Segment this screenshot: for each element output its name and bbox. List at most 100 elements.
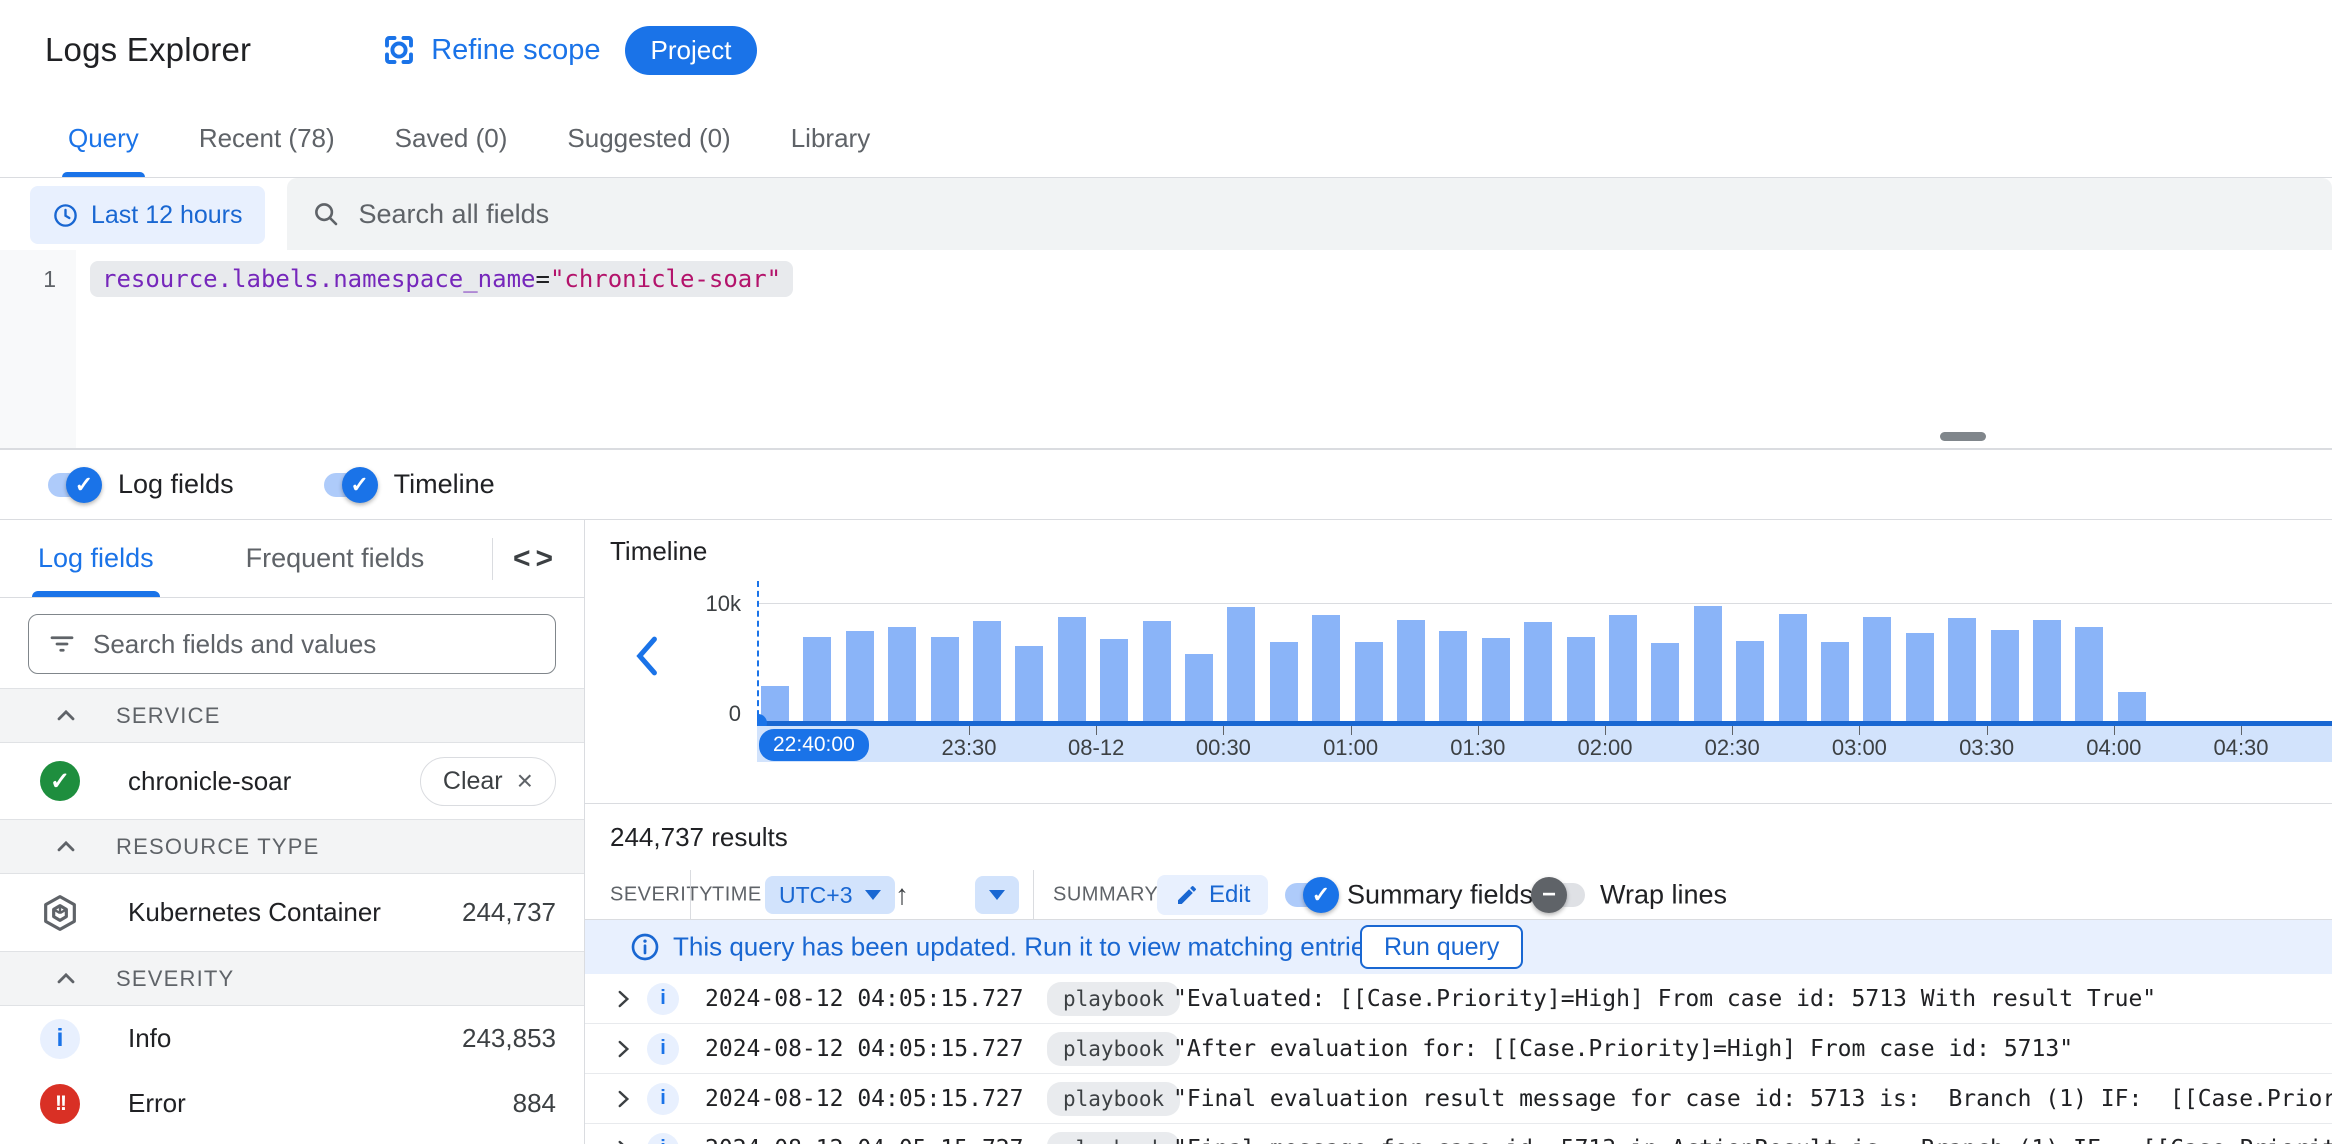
collapse-panel-icon[interactable]: <> bbox=[493, 542, 584, 576]
resource-type-row[interactable]: Kubernetes Container 244,737 bbox=[0, 874, 584, 951]
tab-frequent-fields[interactable]: Frequent fields bbox=[246, 520, 425, 597]
kubernetes-icon bbox=[44, 894, 76, 931]
summary-fields-toggle[interactable]: ✓ bbox=[1285, 877, 1339, 913]
info-icon bbox=[631, 933, 659, 961]
axis-tick bbox=[1223, 726, 1225, 735]
section-header-resource-type[interactable]: RESOURCE TYPE bbox=[0, 819, 584, 874]
axis-tick-label: 08-12 bbox=[1068, 735, 1125, 760]
project-scope-badge[interactable]: Project bbox=[624, 25, 758, 75]
timeline-bar bbox=[1778, 614, 1807, 723]
timeline-bar bbox=[1863, 617, 1892, 723]
timeline-plot[interactable] bbox=[757, 581, 2332, 726]
tab-log-fields[interactable]: Log fields bbox=[32, 520, 160, 597]
timezone-dropdown[interactable]: UTC+3 bbox=[765, 876, 895, 914]
selection-start-line bbox=[757, 581, 759, 726]
query-bar: Last 12 hours bbox=[0, 178, 2332, 250]
fields-panel: Log fields Frequent fields <> SERVICE ✓ … bbox=[0, 520, 585, 1144]
timeline-bar bbox=[1524, 622, 1553, 723]
wrap-lines-label: Wrap lines bbox=[1600, 879, 1728, 909]
log-row[interactable]: i 2024-08-12 04:05:15.727 playbook "Fina… bbox=[585, 1074, 2332, 1124]
axis-tick-label: 02:00 bbox=[1577, 735, 1633, 760]
wrap-lines-toggle[interactable]: − bbox=[1531, 877, 1585, 913]
chevron-right-icon[interactable] bbox=[610, 1136, 636, 1144]
banner-message: This query has been updated. Run it to v… bbox=[673, 931, 1386, 962]
log-row[interactable]: i 2024-08-12 04:05:15.727 playbook "Eval… bbox=[585, 974, 2332, 1024]
info-severity-icon: i bbox=[647, 1082, 679, 1115]
run-query-button[interactable]: Run query bbox=[1360, 925, 1524, 969]
results-count-bar: 244,737 results bbox=[585, 804, 2332, 870]
refine-scope-button[interactable]: Refine scope Project bbox=[381, 25, 758, 75]
timeline-bar bbox=[1057, 617, 1086, 723]
editor-resize-handle[interactable] bbox=[1940, 432, 1986, 441]
axis-tick bbox=[1477, 726, 1479, 735]
tab-recent[interactable]: Recent (78) bbox=[169, 100, 365, 177]
timeline-bar bbox=[845, 631, 874, 723]
section-header-severity[interactable]: SEVERITY bbox=[0, 951, 584, 1006]
query-editor: 1 resource.labels.namespace_name="chroni… bbox=[0, 250, 2332, 450]
severity-info-row[interactable]: i Info 243,853 bbox=[0, 1006, 584, 1071]
timeline-bar bbox=[1566, 637, 1595, 723]
log-message: "After evaluation for: [[Case.Priority]=… bbox=[1173, 1035, 2074, 1062]
timeline-bar bbox=[2117, 692, 2146, 723]
editor-code-area[interactable]: resource.labels.namespace_name="chronicl… bbox=[76, 250, 2332, 448]
timeline-toggle[interactable]: ✓ bbox=[323, 466, 378, 503]
chevron-right-icon[interactable] bbox=[610, 1036, 636, 1062]
log-fields-toggle[interactable]: ✓ bbox=[48, 466, 102, 503]
section-header-service[interactable]: SERVICE bbox=[0, 688, 584, 743]
severity-error-row[interactable]: !! Error 884 bbox=[0, 1071, 584, 1136]
time-range-button[interactable]: Last 12 hours bbox=[30, 186, 265, 244]
selection-start-time-pill[interactable]: 22:40:00 bbox=[759, 729, 869, 761]
section-title: SERVICE bbox=[116, 702, 221, 728]
timeline-bar bbox=[1142, 621, 1171, 723]
clear-filter-button[interactable]: Clear × bbox=[419, 756, 556, 806]
log-table-header: SEVERITY TIME UTC+3 ↑ SUMMARY Edit ✓ Sum… bbox=[585, 870, 2332, 920]
page-title: Logs Explorer bbox=[45, 31, 252, 68]
main-split: Log fields Frequent fields <> SERVICE ✓ … bbox=[0, 520, 2332, 1144]
log-source-chip: playbook bbox=[1047, 1081, 1181, 1116]
tab-query[interactable]: Query bbox=[38, 100, 169, 177]
col-summary: SUMMARY bbox=[1053, 883, 1159, 905]
toggle-minus-icon: − bbox=[1531, 877, 1567, 913]
pencil-icon bbox=[1178, 885, 1196, 904]
code-field-token: resource.labels.namespace_name bbox=[102, 265, 536, 293]
axis-tick-label: 04:30 bbox=[2213, 735, 2269, 760]
timeline-bar bbox=[1736, 641, 1765, 723]
service-item-row[interactable]: ✓ chronicle-soar Clear × bbox=[0, 743, 584, 819]
timeline-bar bbox=[1821, 642, 1849, 723]
code-operator-token: = bbox=[535, 265, 550, 293]
tab-suggested[interactable]: Suggested (0) bbox=[537, 100, 760, 177]
search-all-fields-input[interactable] bbox=[358, 198, 2308, 230]
log-row[interactable]: i 2024-08-12 04:05:15.727 playbook "Afte… bbox=[585, 1024, 2332, 1074]
tab-saved[interactable]: Saved (0) bbox=[365, 100, 538, 177]
results-panel: Timeline 10k 0 22:40:00 23:3008-1200:3 bbox=[585, 520, 2332, 1144]
chevron-right-icon[interactable] bbox=[610, 1086, 636, 1112]
timeline-chart: 10k 0 22:40:00 23:30 08-12 00:30 01:00 01:30… bbox=[585, 571, 2332, 803]
timeline-bar bbox=[1397, 620, 1425, 723]
fields-panel-tabs: Log fields Frequent fields <> bbox=[0, 520, 584, 598]
section-title: SEVERITY bbox=[116, 965, 235, 991]
chevron-left-icon[interactable] bbox=[633, 635, 659, 677]
axis-tick-label: 23:30 bbox=[941, 735, 997, 760]
sort-ascending-icon[interactable]: ↑ bbox=[895, 879, 909, 911]
axis-tick bbox=[2241, 726, 2242, 735]
chevron-down-icon bbox=[864, 890, 881, 900]
fields-search-input[interactable] bbox=[93, 628, 537, 660]
timezone-value: UTC+3 bbox=[779, 881, 853, 908]
log-message: "Evaluated: [[Case.Priority]=High] From … bbox=[1173, 985, 2157, 1012]
tab-library[interactable]: Library bbox=[761, 100, 900, 177]
timeline-axis: 22:40:00 23:30 08-12 00:30 01:00 01:30 02:00 0… bbox=[757, 726, 2332, 762]
log-timestamp: 2024-08-12 04:05:15.727 bbox=[705, 985, 1024, 1012]
log-row[interactable]: i 2024-08-12 04:05:15.727 playbook "Fina… bbox=[585, 1124, 2332, 1144]
error-severity-icon: !! bbox=[40, 1083, 80, 1124]
search-icon bbox=[314, 203, 337, 226]
axis-tick bbox=[1605, 726, 1606, 735]
y-axis-max-label: 10k bbox=[705, 591, 741, 616]
logs-explorer-app: Logs Explorer Refine scope Project Query… bbox=[0, 0, 2332, 1144]
time-column-menu-button[interactable] bbox=[975, 876, 1019, 914]
edit-summary-button[interactable]: Edit bbox=[1157, 875, 1269, 915]
timeline-bar bbox=[2075, 627, 2104, 723]
axis-tick-label: 05:00 bbox=[2308, 735, 2332, 761]
query-code-line[interactable]: resource.labels.namespace_name="chronicl… bbox=[90, 261, 794, 297]
chevron-right-icon[interactable] bbox=[610, 986, 636, 1012]
service-name: chronicle-soar bbox=[128, 765, 292, 796]
